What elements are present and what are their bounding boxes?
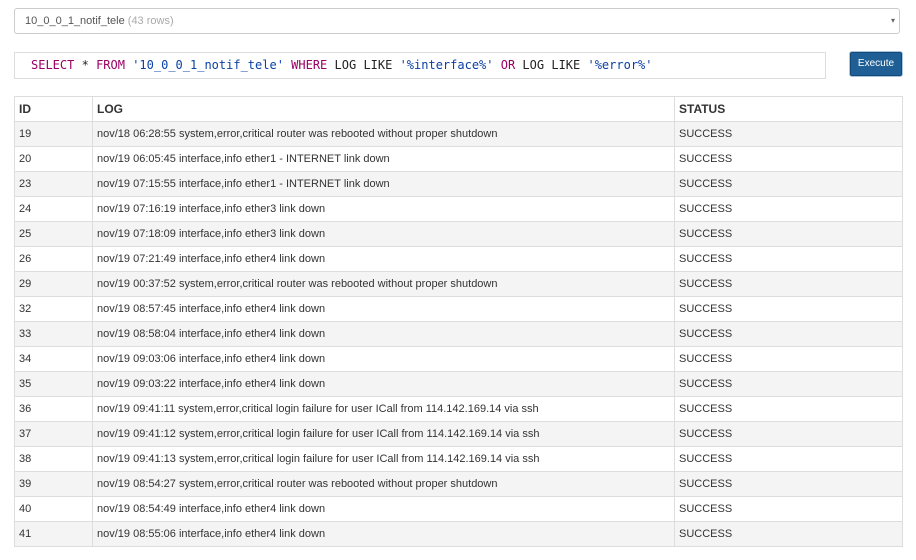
cell-status: SUCCESS — [674, 171, 903, 197]
cell-log: nov/19 00:37:52 system,error,critical ro… — [92, 271, 675, 297]
cell-log: nov/19 09:41:11 system,error,critical lo… — [92, 396, 675, 422]
table-row[interactable]: 24 nov/19 07:16:19 interface,info ether3 … — [14, 196, 903, 222]
sql-keyword: SELECT — [31, 58, 75, 72]
table-row[interactable]: 37 nov/19 09:41:12 system,error,critical … — [14, 421, 903, 447]
cell-status: SUCCESS — [674, 346, 903, 372]
sql-token: LOG — [334, 58, 357, 72]
cell-status: SUCCESS — [674, 521, 903, 547]
cell-status: SUCCESS — [674, 321, 903, 347]
sql-keyword: OR — [500, 58, 516, 72]
cell-status: SUCCESS — [674, 371, 903, 397]
cell-id: 32 — [14, 296, 93, 322]
cell-status: SUCCESS — [674, 121, 903, 147]
table-row[interactable]: 25 nov/19 07:18:09 interface,info ether3 … — [14, 221, 903, 247]
table-row[interactable]: 36 nov/19 09:41:11 system,error,critical … — [14, 396, 903, 422]
cell-id: 25 — [14, 221, 93, 247]
sql-token: LIKE — [363, 58, 393, 72]
cell-id: 36 — [14, 396, 93, 422]
cell-log: nov/19 07:21:49 interface,info ether4 li… — [92, 246, 675, 272]
execute-button[interactable]: Execute — [850, 52, 902, 76]
table-row[interactable]: 40 nov/19 08:54:49 interface,info ether4 … — [14, 496, 903, 522]
sql-string: '%interface%' — [399, 58, 494, 72]
cell-log: nov/19 08:54:27 system,error,critical ro… — [92, 471, 675, 497]
cell-status: SUCCESS — [674, 471, 903, 497]
cell-id: 35 — [14, 371, 93, 397]
cell-id: 38 — [14, 446, 93, 472]
cell-log: nov/19 08:55:06 interface,info ether4 li… — [92, 521, 675, 547]
cell-id: 39 — [14, 471, 93, 497]
cell-id: 23 — [14, 171, 93, 197]
table-row[interactable]: 41 nov/19 08:55:06 interface,info ether4 … — [14, 521, 903, 547]
cell-log: nov/19 07:16:19 interface,info ether3 li… — [92, 196, 675, 222]
sql-token: * — [81, 58, 89, 72]
cell-log: nov/19 07:18:09 interface,info ether3 li… — [92, 221, 675, 247]
sql-string: '10_0_0_1_notif_tele' — [132, 58, 284, 72]
cell-log: nov/19 09:41:13 system,error,critical lo… — [92, 446, 675, 472]
cell-status: SUCCESS — [674, 146, 903, 172]
cell-log: nov/18 06:28:55 system,error,critical ro… — [92, 121, 675, 147]
sql-keyword: FROM — [96, 58, 125, 72]
cell-log: nov/19 08:58:04 interface,info ether4 li… — [92, 321, 675, 347]
table-row[interactable]: 20 nov/19 06:05:45 interface,info ether1 … — [14, 146, 903, 172]
cell-id: 34 — [14, 346, 93, 372]
cell-id: 19 — [14, 121, 93, 147]
table-row[interactable]: 34 nov/19 09:03:06 interface,info ether4 … — [14, 346, 903, 372]
table-row[interactable]: 26 nov/19 07:21:49 interface,info ether4 … — [14, 246, 903, 272]
table-header-row: ID LOG STATUS — [14, 96, 903, 122]
cell-log: nov/19 09:03:06 interface,info ether4 li… — [92, 346, 675, 372]
cell-log: nov/19 07:15:55 interface,info ether1 - … — [92, 171, 675, 197]
cell-log: nov/19 08:57:45 interface,info ether4 li… — [92, 296, 675, 322]
column-header-log[interactable]: LOG — [92, 96, 675, 122]
table-row[interactable]: 33 nov/19 08:58:04 interface,info ether4 … — [14, 321, 903, 347]
cell-status: SUCCESS — [674, 421, 903, 447]
cell-id: 26 — [14, 246, 93, 272]
cell-status: SUCCESS — [674, 396, 903, 422]
table-select-dropdown[interactable]: 10_0_0_1_notif_tele (43 rows) ▾ — [14, 8, 900, 34]
table-row[interactable]: 23 nov/19 07:15:55 interface,info ether1 … — [14, 171, 903, 197]
sql-string: '%error%' — [587, 58, 653, 72]
cell-id: 24 — [14, 196, 93, 222]
cell-status: SUCCESS — [674, 221, 903, 247]
cell-status: SUCCESS — [674, 446, 903, 472]
table-name: 10_0_0_1_notif_tele — [25, 15, 125, 27]
cell-id: 40 — [14, 496, 93, 522]
cell-status: SUCCESS — [674, 296, 903, 322]
results-table: ID LOG STATUS 19 nov/18 06:28:55 system,e… — [14, 96, 903, 547]
column-header-id[interactable]: ID — [14, 96, 93, 122]
cell-status: SUCCESS — [674, 271, 903, 297]
table-row[interactable]: 38 nov/19 09:41:13 system,error,critical … — [14, 446, 903, 472]
cell-status: SUCCESS — [674, 196, 903, 222]
cell-status: SUCCESS — [674, 496, 903, 522]
row-count: (43 rows) — [127, 15, 174, 27]
cell-log: nov/19 09:41:12 system,error,critical lo… — [92, 421, 675, 447]
sql-token: LIKE — [551, 58, 581, 72]
sql-keyword: WHERE — [291, 58, 328, 72]
cell-id: 41 — [14, 521, 93, 547]
cell-id: 20 — [14, 146, 93, 172]
table-row[interactable]: 35 nov/19 09:03:22 interface,info ether4 … — [14, 371, 903, 397]
cell-log: nov/19 08:54:49 interface,info ether4 li… — [92, 496, 675, 522]
cell-log: nov/19 06:05:45 interface,info ether1 - … — [92, 146, 675, 172]
table-body: 19 nov/18 06:28:55 system,error,critical … — [14, 121, 903, 547]
sql-token: LOG — [522, 58, 545, 72]
chevron-down-icon: ▾ — [890, 16, 895, 25]
table-row[interactable]: 39 nov/19 08:54:27 system,error,critical … — [14, 471, 903, 497]
table-row[interactable]: 29 nov/19 00:37:52 system,error,critical … — [14, 271, 903, 297]
cell-log: nov/19 09:03:22 interface,info ether4 li… — [92, 371, 675, 397]
cell-status: SUCCESS — [674, 246, 903, 272]
cell-id: 33 — [14, 321, 93, 347]
cell-id: 29 — [14, 271, 93, 297]
sql-query-input[interactable]: SELECT * FROM '10_0_0_1_notif_tele' WHER… — [14, 52, 826, 79]
column-header-status[interactable]: STATUS — [674, 96, 903, 122]
table-row[interactable]: 19 nov/18 06:28:55 system,error,critical … — [14, 121, 903, 147]
table-row[interactable]: 32 nov/19 08:57:45 interface,info ether4 … — [14, 296, 903, 322]
cell-id: 37 — [14, 421, 93, 447]
